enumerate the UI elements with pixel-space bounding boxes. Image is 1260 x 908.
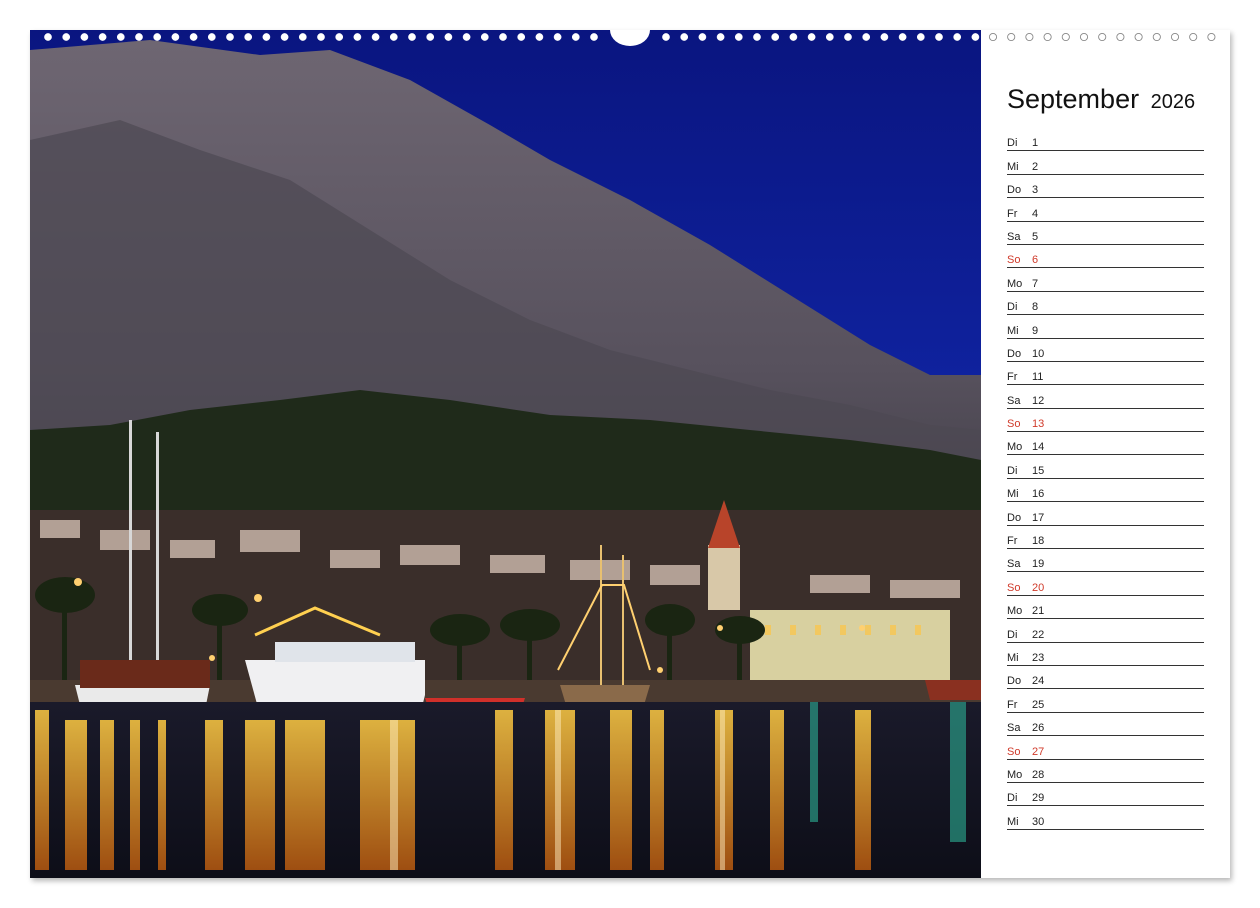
day-row: Di 1 — [1007, 128, 1204, 152]
day-name: Fr — [1007, 698, 1018, 711]
day-row: Sa 26 — [1007, 713, 1204, 737]
day-number: 29 — [1032, 792, 1045, 805]
day-name: So — [1007, 745, 1021, 758]
day-row: Mi 16 — [1007, 479, 1204, 503]
day-row: Fr 18 — [1007, 526, 1204, 550]
day-number: 22 — [1032, 628, 1045, 641]
day-number: 16 — [1032, 488, 1045, 501]
day-number: 26 — [1032, 722, 1045, 735]
day-name: Mi — [1007, 324, 1019, 337]
day-list: Di 1 Mi 2 Do 3 Fr 4 Sa 5 So 6 Mo 7 Di 8 Mi 9 Do 10 Fr 11 Sa 12 S… — [1007, 128, 1204, 830]
day-row: Mo 28 — [1007, 760, 1204, 783]
day-number: 13 — [1032, 418, 1045, 431]
day-name: Do — [1007, 511, 1022, 524]
day-number: 18 — [1032, 535, 1045, 548]
day-name: Mi — [1007, 651, 1019, 664]
day-number: 3 — [1032, 184, 1039, 197]
day-name: Fr — [1007, 535, 1018, 548]
day-name: Mi — [1007, 815, 1019, 828]
day-name: Do — [1007, 347, 1022, 360]
month-title: September 2026 — [1007, 84, 1195, 115]
month-name: September — [1007, 84, 1140, 114]
day-number: 9 — [1032, 324, 1039, 337]
day-name: Do — [1007, 184, 1022, 197]
day-name: Mi — [1007, 160, 1019, 173]
day-row: Mo 7 — [1007, 268, 1204, 292]
day-row: Di 22 — [1007, 619, 1204, 643]
day-row: Fr 11 — [1007, 362, 1204, 386]
day-number: 8 — [1032, 301, 1039, 314]
day-name: Mo — [1007, 768, 1023, 781]
day-row: So 6 — [1007, 245, 1204, 269]
day-row: Fr 4 — [1007, 198, 1204, 222]
day-row: So 13 — [1007, 409, 1204, 433]
day-number: 27 — [1032, 745, 1045, 758]
day-name: Di — [1007, 137, 1018, 150]
day-name: Sa — [1007, 394, 1021, 407]
day-number: 25 — [1032, 698, 1045, 711]
day-name: Do — [1007, 675, 1022, 688]
day-name: Di — [1007, 792, 1018, 805]
day-number: 21 — [1032, 605, 1045, 618]
day-number: 19 — [1032, 558, 1045, 571]
day-row: Do 17 — [1007, 502, 1204, 526]
day-name: Fr — [1007, 207, 1018, 220]
day-number: 17 — [1032, 511, 1045, 524]
day-number: 5 — [1032, 230, 1039, 243]
day-name: Fr — [1007, 371, 1018, 384]
day-row: Di 15 — [1007, 455, 1204, 479]
day-number: 7 — [1032, 277, 1039, 290]
day-number: 12 — [1032, 394, 1045, 407]
day-number: 30 — [1032, 815, 1045, 828]
day-row: Sa 5 — [1007, 222, 1204, 245]
day-number: 28 — [1032, 768, 1045, 781]
day-row: Do 10 — [1007, 339, 1204, 362]
day-name: Sa — [1007, 558, 1021, 571]
day-name: So — [1007, 581, 1021, 594]
day-row: Do 24 — [1007, 666, 1204, 690]
day-row: Sa 19 — [1007, 549, 1204, 573]
day-row: Do 3 — [1007, 175, 1204, 199]
calendar-page: September 2026 Di 1 Mi 2 Do 3 Fr 4 Sa 5 So 6 Mo 7 Di 8 M… — [30, 30, 1230, 878]
calendar-panel: September 2026 Di 1 Mi 2 Do 3 Fr 4 Sa 5 So 6 Mo 7 Di 8 M… — [981, 30, 1230, 878]
day-row: Fr 25 — [1007, 689, 1204, 713]
day-number: 15 — [1032, 464, 1045, 477]
day-name: Sa — [1007, 230, 1021, 243]
day-number: 23 — [1032, 651, 1045, 664]
day-number: 11 — [1032, 371, 1044, 384]
day-number: 20 — [1032, 581, 1045, 594]
day-number: 4 — [1032, 207, 1039, 220]
day-row: So 27 — [1007, 736, 1204, 760]
day-number: 6 — [1032, 254, 1039, 267]
day-row: Mi 30 — [1007, 806, 1204, 830]
day-row: Mi 9 — [1007, 315, 1204, 339]
day-number: 14 — [1032, 441, 1045, 454]
day-name: Mi — [1007, 488, 1019, 501]
day-name: Di — [1007, 301, 1018, 314]
day-name: Sa — [1007, 722, 1021, 735]
day-number: 1 — [1032, 137, 1039, 150]
day-row: Sa 12 — [1007, 385, 1204, 409]
day-name: So — [1007, 254, 1021, 267]
day-name: Di — [1007, 628, 1018, 641]
day-row: Di 8 — [1007, 292, 1204, 316]
day-name: Di — [1007, 464, 1018, 477]
day-name: So — [1007, 418, 1021, 431]
day-row: Mi 2 — [1007, 151, 1204, 175]
day-number: 10 — [1032, 347, 1045, 360]
day-number: 24 — [1032, 675, 1045, 688]
month-year: 2026 — [1150, 91, 1196, 113]
day-row: Mo 21 — [1007, 596, 1204, 620]
day-name: Mo — [1007, 441, 1023, 454]
day-name: Mo — [1007, 605, 1023, 618]
day-number: 2 — [1032, 160, 1039, 173]
day-row: Mi 23 — [1007, 643, 1204, 666]
day-row: Mo 14 — [1007, 432, 1204, 456]
day-row: So 20 — [1007, 572, 1204, 596]
day-name: Mo — [1007, 277, 1023, 290]
day-row: Di 29 — [1007, 783, 1204, 807]
harbor-night-photo — [30, 30, 981, 878]
